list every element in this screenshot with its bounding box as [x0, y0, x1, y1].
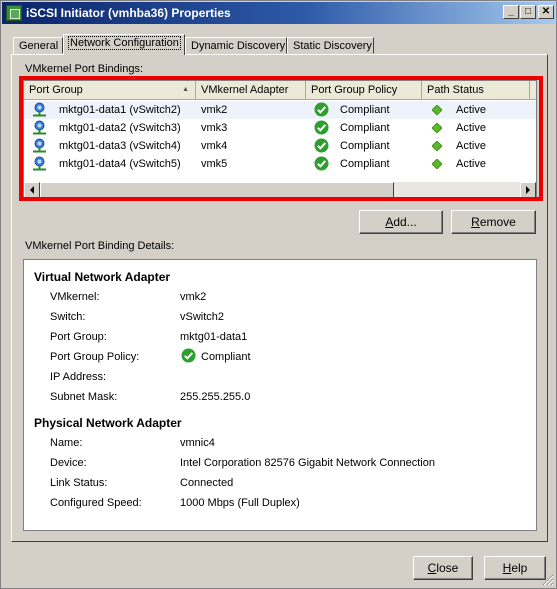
column-header-label: VMkernel Adapter [201, 84, 289, 96]
scrollbar-thumb[interactable] [40, 182, 394, 198]
active-status-icon [432, 105, 442, 115]
cell-path-status: Active [456, 158, 486, 170]
column-header-vmkernel-adapter[interactable]: VMkernel Adapter [196, 81, 306, 100]
compliant-check-icon [314, 156, 329, 171]
detail-key: Device: [50, 457, 87, 469]
binding-details-panel: Virtual Network Adapter VMkernel: vmk2 S… [23, 259, 537, 531]
cell-path-status: Active [456, 104, 486, 116]
port-group-network-icon [33, 102, 46, 117]
button-label: emove [479, 215, 516, 229]
compliant-check-icon [181, 348, 196, 363]
active-status-icon [432, 159, 442, 169]
tab-dynamic-discovery[interactable]: Dynamic Discovery [185, 37, 287, 54]
port-bindings-label: VMkernel Port Bindings: [25, 63, 143, 75]
table-row[interactable]: mktg01-data1 (vSwitch2) vmk2 Compliant A… [24, 101, 536, 119]
port-group-network-icon [33, 138, 46, 153]
horizontal-scrollbar[interactable] [24, 182, 536, 198]
detail-value: Connected [180, 477, 234, 489]
button-label: elp [511, 561, 528, 575]
column-header-path-status[interactable]: Path Status [422, 81, 530, 100]
detail-value: mktg01-data1 [180, 331, 248, 343]
binding-details-label: VMkernel Port Binding Details: [25, 240, 175, 252]
detail-key: Switch: [50, 311, 86, 323]
table-row[interactable]: mktg01-data4 (vSwitch5) vmk5 Compliant A… [24, 155, 536, 173]
compliant-check-icon [314, 138, 329, 153]
cell-vmkernel-adapter: vmk2 [201, 104, 228, 116]
remove-button[interactable]: Remove [451, 210, 536, 234]
cell-port-group-policy: Compliant [340, 122, 390, 134]
table-row[interactable]: mktg01-data3 (vSwitch4) vmk4 Compliant A… [24, 137, 536, 155]
cell-path-status: Active [456, 122, 486, 134]
compliant-check-icon [314, 120, 329, 135]
table-header: Port Group ▲ VMkernel Adapter Port Group… [24, 81, 536, 100]
resize-grip-icon[interactable] [542, 574, 554, 586]
port-bindings-table[interactable]: Port Group ▲ VMkernel Adapter Port Group… [23, 80, 537, 198]
tab-general[interactable]: General [13, 37, 63, 54]
close-button[interactable]: Close [413, 556, 473, 580]
button-label-accelerator: R [471, 215, 480, 229]
detail-key: Subnet Mask: [50, 391, 118, 403]
column-header-label: Path Status [427, 84, 484, 96]
cell-port-group: mktg01-data4 (vSwitch5) [59, 158, 181, 170]
tab-label: Static Discovery [293, 40, 372, 52]
tab-label: Dynamic Discovery [191, 40, 286, 52]
add-button[interactable]: Add... [359, 210, 443, 234]
virtual-adapter-heading: Virtual Network Adapter [34, 270, 171, 284]
detail-key: VMkernel: [50, 291, 100, 303]
detail-value: vmnic4 [180, 437, 215, 449]
detail-value: vmk2 [180, 291, 207, 303]
cell-vmkernel-adapter: vmk3 [201, 122, 228, 134]
properties-window: iSCSI Initiator (vmhba36) Properties _ □… [0, 0, 557, 589]
compliant-check-icon [314, 102, 329, 117]
detail-key: Name: [50, 437, 83, 449]
window-title: iSCSI Initiator (vmhba36) Properties [26, 6, 231, 20]
detail-key: Link Status: [50, 477, 108, 489]
sort-ascending-icon: ▲ [182, 86, 189, 93]
cell-vmkernel-adapter: vmk5 [201, 158, 228, 170]
cell-port-group-policy: Compliant [340, 104, 390, 116]
arrow-left-icon [30, 186, 34, 194]
detail-key: Configured Speed: [50, 497, 142, 509]
column-header-label: Port Group Policy [311, 84, 398, 96]
column-header-port-group-policy[interactable]: Port Group Policy [306, 81, 422, 100]
tab-network-configuration[interactable]: Network Configuration [63, 34, 185, 55]
tab-static-discovery[interactable]: Static Discovery [287, 37, 374, 54]
active-status-icon [432, 123, 442, 133]
scroll-right-button[interactable] [520, 182, 536, 198]
tab-label: Network Configuration [68, 36, 181, 50]
cell-port-group-policy: Compliant [340, 140, 390, 152]
table-row[interactable]: mktg01-data2 (vSwitch3) vmk3 Compliant A… [24, 119, 536, 137]
detail-value: 255.255.255.0 [180, 391, 251, 403]
vsphere-app-icon [6, 5, 22, 21]
detail-key: Port Group Policy: [50, 351, 140, 363]
port-group-network-icon [33, 156, 46, 171]
column-header-label: Port Group [29, 84, 83, 96]
physical-adapter-heading: Physical Network Adapter [34, 416, 182, 430]
cell-vmkernel-adapter: vmk4 [201, 140, 228, 152]
detail-key: IP Address: [50, 371, 107, 383]
active-status-icon [432, 141, 442, 151]
arrow-right-icon [526, 186, 530, 194]
title-bar[interactable]: iSCSI Initiator (vmhba36) Properties _ □… [2, 2, 555, 24]
cell-port-group: mktg01-data2 (vSwitch3) [59, 122, 181, 134]
detail-value: 1000 Mbps (Full Duplex) [180, 497, 300, 509]
detail-value: Intel Corporation 82576 Gigabit Network … [180, 457, 435, 469]
cell-port-group-policy: Compliant [340, 158, 390, 170]
cell-port-group: mktg01-data1 (vSwitch2) [59, 104, 181, 116]
column-header-port-group[interactable]: Port Group ▲ [24, 81, 196, 100]
cell-port-group: mktg01-data3 (vSwitch4) [59, 140, 181, 152]
button-label: lose [436, 561, 459, 575]
maximize-button[interactable]: □ [520, 5, 536, 19]
detail-key: Port Group: [50, 331, 107, 343]
cell-path-status: Active [456, 140, 486, 152]
minimize-button[interactable]: _ [503, 5, 519, 19]
detail-value: Compliant [201, 351, 251, 363]
detail-value: vSwitch2 [180, 311, 225, 323]
help-button[interactable]: Help [484, 556, 546, 580]
close-window-button[interactable]: ✕ [538, 5, 554, 19]
tab-label: General [19, 40, 59, 52]
port-group-network-icon [33, 120, 46, 135]
button-label: dd... [393, 215, 417, 229]
scroll-left-button[interactable] [24, 182, 40, 198]
